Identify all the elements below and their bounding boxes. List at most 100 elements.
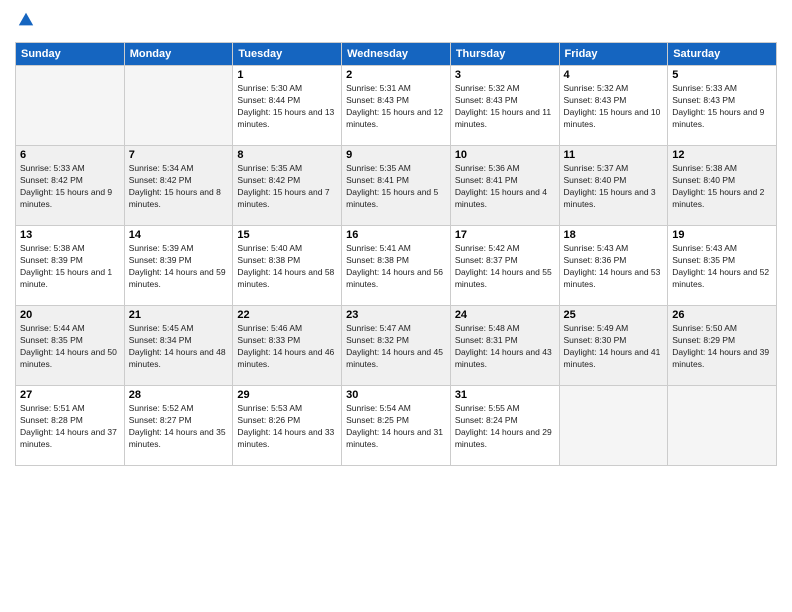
calendar-week-row: 13Sunrise: 5:38 AMSunset: 8:39 PMDayligh… (16, 226, 777, 306)
day-number: 23 (346, 309, 446, 321)
table-row: 6 Sunrise: 5:33 AMSunset: 8:42 PMDaylight… (16, 146, 125, 226)
day-number: 26 (672, 309, 772, 321)
day-info: Sunrise: 5:55 AMSunset: 8:24 PMDaylight:… (455, 403, 555, 451)
day-number: 3 (455, 69, 555, 81)
day-info: Sunrise: 5:42 AMSunset: 8:37 PMDaylight:… (455, 243, 555, 291)
table-row: 18 Sunrise: 5:43 AMSunset: 8:36 PMDayligh… (559, 226, 668, 306)
table-row: 19 Sunrise: 5:43 AMSunset: 8:35 PMDayligh… (668, 226, 777, 306)
day-number: 28 (129, 389, 229, 401)
table-row: 23 Sunrise: 5:47 AMSunset: 8:32 PMDayligh… (342, 306, 451, 386)
table-row: 25Sunrise: 5:49 AMSunset: 8:30 PMDayligh… (559, 306, 668, 386)
day-info: Sunrise: 5:33 AMSunset: 8:42 PMDaylight:… (20, 163, 120, 211)
table-row: 21Sunrise: 5:45 AMSunset: 8:34 PMDayligh… (124, 306, 233, 386)
table-row: 10 Sunrise: 5:36 AMSunset: 8:41 PMDayligh… (450, 146, 559, 226)
table-row: 2 Sunrise: 5:31 AMSunset: 8:43 PMDaylight… (342, 66, 451, 146)
col-tuesday: Tuesday (233, 43, 342, 66)
day-number: 31 (455, 389, 555, 401)
table-row: 20 Sunrise: 5:44 AMSunset: 8:35 PMDayligh… (16, 306, 125, 386)
day-info: Sunrise: 5:54 AMSunset: 8:25 PMDaylight:… (346, 403, 446, 451)
table-row: 16 Sunrise: 5:41 AMSunset: 8:38 PMDayligh… (342, 226, 451, 306)
table-row (16, 66, 125, 146)
day-number: 18 (564, 229, 664, 241)
day-number: 12 (672, 149, 772, 161)
header (15, 10, 777, 34)
logo (15, 10, 35, 34)
table-row: 27 Sunrise: 5:51 AMSunset: 8:28 PMDayligh… (16, 386, 125, 466)
col-wednesday: Wednesday (342, 43, 451, 66)
table-row: 15 Sunrise: 5:40 AMSunset: 8:38 PMDayligh… (233, 226, 342, 306)
page: Sunday Monday Tuesday Wednesday Thursday… (0, 0, 792, 612)
day-number: 9 (346, 149, 446, 161)
day-info: Sunrise: 5:30 AMSunset: 8:44 PMDaylight:… (237, 83, 337, 131)
day-number: 11 (564, 149, 664, 161)
logo-general (15, 10, 35, 34)
day-number: 30 (346, 389, 446, 401)
day-number: 24 (455, 309, 555, 321)
day-info: Sunrise: 5:47 AMSunset: 8:32 PMDaylight:… (346, 323, 446, 371)
day-number: 6 (20, 149, 120, 161)
calendar-table: Sunday Monday Tuesday Wednesday Thursday… (15, 42, 777, 466)
day-info: Sunrise: 5:36 AMSunset: 8:41 PMDaylight:… (455, 163, 555, 211)
day-info: Sunrise: 5:40 AMSunset: 8:38 PMDaylight:… (237, 243, 337, 291)
col-friday: Friday (559, 43, 668, 66)
day-info: Sunrise: 5:34 AMSunset: 8:42 PMDaylight:… (129, 163, 229, 211)
day-info: Sunrise: 5:39 AMSunset: 8:39 PMDaylight:… (129, 243, 229, 291)
calendar-week-row: 1 Sunrise: 5:30 AMSunset: 8:44 PMDaylight… (16, 66, 777, 146)
day-info: Sunrise: 5:48 AMSunset: 8:31 PMDaylight:… (455, 323, 555, 371)
col-saturday: Saturday (668, 43, 777, 66)
table-row: 11Sunrise: 5:37 AMSunset: 8:40 PMDayligh… (559, 146, 668, 226)
table-row: 24 Sunrise: 5:48 AMSunset: 8:31 PMDayligh… (450, 306, 559, 386)
col-thursday: Thursday (450, 43, 559, 66)
table-row: 1 Sunrise: 5:30 AMSunset: 8:44 PMDaylight… (233, 66, 342, 146)
day-info: Sunrise: 5:38 AMSunset: 8:39 PMDaylight:… (20, 243, 120, 291)
calendar-week-row: 6 Sunrise: 5:33 AMSunset: 8:42 PMDaylight… (16, 146, 777, 226)
calendar-week-row: 20 Sunrise: 5:44 AMSunset: 8:35 PMDayligh… (16, 306, 777, 386)
table-row: 26 Sunrise: 5:50 AMSunset: 8:29 PMDayligh… (668, 306, 777, 386)
day-number: 19 (672, 229, 772, 241)
day-number: 17 (455, 229, 555, 241)
day-info: Sunrise: 5:52 AMSunset: 8:27 PMDaylight:… (129, 403, 229, 451)
day-number: 8 (237, 149, 337, 161)
day-info: Sunrise: 5:50 AMSunset: 8:29 PMDaylight:… (672, 323, 772, 371)
table-row: 13Sunrise: 5:38 AMSunset: 8:39 PMDayligh… (16, 226, 125, 306)
table-row: 31 Sunrise: 5:55 AMSunset: 8:24 PMDayligh… (450, 386, 559, 466)
table-row: 5 Sunrise: 5:33 AMSunset: 8:43 PMDaylight… (668, 66, 777, 146)
day-number: 27 (20, 389, 120, 401)
table-row: 8 Sunrise: 5:35 AMSunset: 8:42 PMDaylight… (233, 146, 342, 226)
day-info: Sunrise: 5:53 AMSunset: 8:26 PMDaylight:… (237, 403, 337, 451)
day-number: 10 (455, 149, 555, 161)
day-number: 15 (237, 229, 337, 241)
table-row: 30 Sunrise: 5:54 AMSunset: 8:25 PMDayligh… (342, 386, 451, 466)
day-number: 5 (672, 69, 772, 81)
table-row (668, 386, 777, 466)
day-info: Sunrise: 5:43 AMSunset: 8:35 PMDaylight:… (672, 243, 772, 291)
day-number: 29 (237, 389, 337, 401)
day-info: Sunrise: 5:32 AMSunset: 8:43 PMDaylight:… (455, 83, 555, 131)
day-number: 21 (129, 309, 229, 321)
day-number: 20 (20, 309, 120, 321)
day-info: Sunrise: 5:33 AMSunset: 8:43 PMDaylight:… (672, 83, 772, 131)
day-info: Sunrise: 5:38 AMSunset: 8:40 PMDaylight:… (672, 163, 772, 211)
calendar-week-row: 27 Sunrise: 5:51 AMSunset: 8:28 PMDayligh… (16, 386, 777, 466)
table-row (559, 386, 668, 466)
day-info: Sunrise: 5:43 AMSunset: 8:36 PMDaylight:… (564, 243, 664, 291)
day-number: 16 (346, 229, 446, 241)
day-number: 22 (237, 309, 337, 321)
day-info: Sunrise: 5:35 AMSunset: 8:42 PMDaylight:… (237, 163, 337, 211)
day-info: Sunrise: 5:41 AMSunset: 8:38 PMDaylight:… (346, 243, 446, 291)
col-monday: Monday (124, 43, 233, 66)
table-row: 29 Sunrise: 5:53 AMSunset: 8:26 PMDayligh… (233, 386, 342, 466)
col-sunday: Sunday (16, 43, 125, 66)
day-info: Sunrise: 5:31 AMSunset: 8:43 PMDaylight:… (346, 83, 446, 131)
calendar-header-row: Sunday Monday Tuesday Wednesday Thursday… (16, 43, 777, 66)
table-row: 4Sunrise: 5:32 AMSunset: 8:43 PMDaylight… (559, 66, 668, 146)
day-number: 1 (237, 69, 337, 81)
day-number: 2 (346, 69, 446, 81)
table-row (124, 66, 233, 146)
table-row: 9Sunrise: 5:35 AMSunset: 8:41 PMDaylight… (342, 146, 451, 226)
day-info: Sunrise: 5:51 AMSunset: 8:28 PMDaylight:… (20, 403, 120, 451)
day-info: Sunrise: 5:32 AMSunset: 8:43 PMDaylight:… (564, 83, 664, 131)
table-row: 7Sunrise: 5:34 AMSunset: 8:42 PMDaylight… (124, 146, 233, 226)
day-info: Sunrise: 5:44 AMSunset: 8:35 PMDaylight:… (20, 323, 120, 371)
table-row: 22Sunrise: 5:46 AMSunset: 8:33 PMDayligh… (233, 306, 342, 386)
